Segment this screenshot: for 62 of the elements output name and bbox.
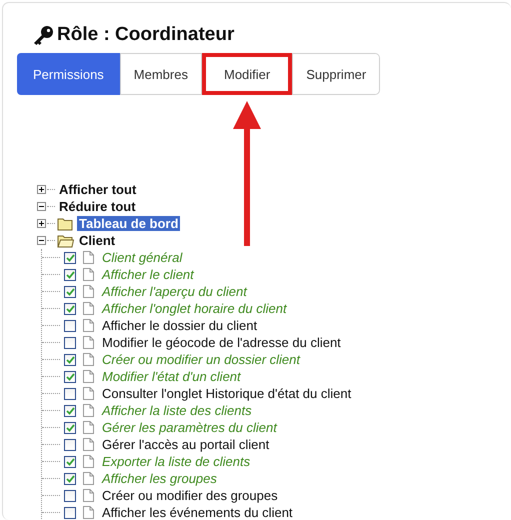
permission-label: Afficher les groupes [102, 471, 217, 486]
checkbox[interactable] [64, 456, 76, 468]
checkbox[interactable] [64, 404, 76, 416]
permission-label: Afficher l'onglet horaire du client [102, 301, 287, 316]
checkbox[interactable] [64, 336, 76, 348]
page-icon [83, 251, 94, 264]
permission-label: Afficher la liste des clients [102, 403, 252, 418]
checkbox[interactable] [64, 252, 76, 264]
permission-label: Afficher le dossier du client [102, 318, 258, 333]
page-icon [83, 370, 94, 383]
permission-label: Modifier le géocode de l'adresse du client [102, 335, 341, 350]
page-icon [83, 353, 94, 366]
expand-icon[interactable] [37, 185, 46, 194]
page-icon [83, 319, 94, 332]
page-icon [83, 506, 94, 519]
permission-label: Gérer les paramètres du client [102, 420, 277, 435]
tab[interactable]: Permissions [17, 53, 120, 95]
checkbox[interactable] [64, 320, 76, 332]
checkbox[interactable] [64, 490, 76, 502]
permission-label: Exporter la liste de clients [102, 454, 250, 469]
tree-item[interactable]: Tableau de bord [77, 216, 180, 231]
checkbox[interactable] [64, 268, 76, 280]
checkbox[interactable] [64, 422, 76, 434]
checkbox[interactable] [64, 472, 76, 484]
page-icon [83, 387, 94, 400]
collapse-icon[interactable] [37, 202, 46, 211]
permission-label: Afficher les événements du client [102, 505, 293, 520]
page-title: Rôle : Coordinateur [57, 24, 234, 46]
permission-label: Client général [102, 250, 182, 265]
checkbox[interactable] [64, 506, 76, 518]
collapse-icon[interactable] [37, 236, 46, 245]
page-icon [83, 438, 94, 451]
permission-label: Afficher le client [102, 267, 194, 282]
permission-label: Afficher l'aperçu du client [102, 284, 247, 299]
permission-label: Créer ou modifier des groupes [102, 488, 278, 503]
checkbox[interactable] [64, 438, 76, 450]
permission-label: Modifier l'état d'un client [102, 369, 241, 384]
page-icon [83, 455, 94, 468]
permission-label: Créer ou modifier un dossier client [102, 352, 300, 367]
permission-label: Consulter l'onglet Historique d'état du client [102, 386, 352, 401]
page-icon [83, 489, 94, 502]
checkbox[interactable] [64, 302, 76, 314]
page-icon [83, 268, 94, 281]
expand-icon[interactable] [37, 219, 46, 228]
checkbox[interactable] [64, 354, 76, 366]
tree-item[interactable]: Client [77, 233, 118, 248]
checkbox[interactable] [64, 370, 76, 382]
key-icon [32, 25, 54, 45]
folder-icon [57, 234, 74, 248]
page-icon [83, 336, 94, 349]
page-icon [83, 404, 94, 417]
tree-command[interactable]: Réduire tout [57, 199, 138, 214]
page-icon [83, 302, 94, 315]
page-icon [83, 421, 94, 434]
page-icon [83, 472, 94, 485]
tab[interactable]: Supprimer [292, 54, 380, 94]
checkbox[interactable] [64, 388, 76, 400]
checkbox[interactable] [64, 286, 76, 298]
permission-label: Gérer l'accès au portail client [102, 437, 270, 452]
page-icon [83, 285, 94, 298]
tree-command[interactable]: Afficher tout [57, 182, 138, 197]
folder-icon [57, 216, 74, 230]
